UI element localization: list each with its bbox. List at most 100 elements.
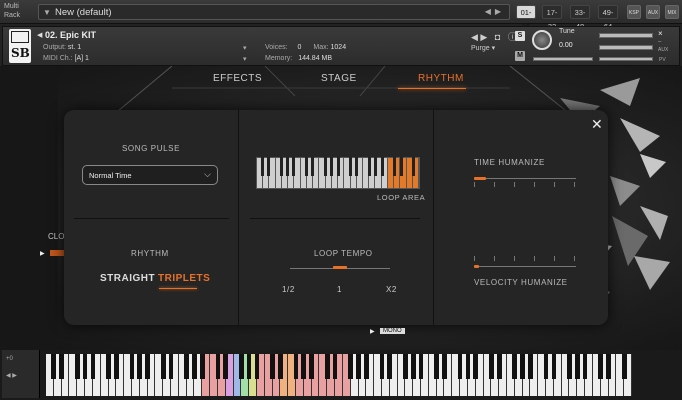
loop-black-key[interactable] (279, 157, 283, 176)
purge-menu[interactable]: Purge ▾ (471, 44, 495, 52)
loop-black-key[interactable] (323, 157, 327, 176)
piano-black-key[interactable] (582, 354, 588, 379)
tempo-option-one[interactable]: 1 (337, 285, 342, 294)
piano-black-key[interactable] (51, 354, 57, 379)
piano-black-key[interactable] (254, 354, 260, 379)
octave-arrows[interactable]: ◀ ▶ (6, 372, 17, 379)
piano-black-key[interactable] (387, 354, 393, 379)
piano-black-key[interactable] (160, 354, 166, 379)
piano-black-key[interactable] (59, 354, 64, 379)
piano-black-key[interactable] (223, 354, 229, 379)
ksp-button[interactable]: KSP (627, 5, 641, 19)
piano-black-key[interactable] (348, 354, 354, 379)
piano-black-key[interactable] (512, 354, 518, 379)
instrument-nav[interactable]: ◀ ▶ ◘ ⓘ (471, 30, 517, 43)
collapse-icon[interactable]: ◀ (37, 31, 42, 39)
range-33-48[interactable]: 33-48 (570, 5, 590, 31)
tempo-option-double[interactable]: X2 (386, 285, 397, 294)
range-49-64[interactable]: 49-64 (598, 5, 618, 31)
range-17-32[interactable]: 17-32 (542, 5, 562, 31)
piano-black-key[interactable] (82, 354, 88, 379)
piano-black-key[interactable] (543, 354, 549, 379)
piano-black-key[interactable] (465, 354, 471, 379)
piano-black-key[interactable] (324, 354, 330, 379)
pitch-mod-area[interactable]: +0 ◀ ▶ (2, 350, 40, 398)
piano-black-key[interactable] (434, 354, 439, 379)
mix-button[interactable]: MIX (665, 5, 679, 19)
midi-value[interactable]: [A] 1 (75, 55, 89, 62)
piano-black-key[interactable] (145, 354, 150, 379)
play-icon[interactable]: ▶ (370, 328, 375, 335)
chevron-down-icon[interactable]: ▼ (43, 8, 51, 17)
piano-black-key[interactable] (215, 354, 221, 379)
piano-black-key[interactable] (301, 354, 307, 379)
straight-button[interactable]: STRAIGHT (100, 273, 155, 284)
piano-black-key[interactable] (606, 354, 611, 379)
midi-dropdown-icon[interactable]: ▾ (243, 55, 247, 63)
piano-black-key[interactable] (246, 354, 252, 379)
piano-black-key[interactable] (457, 354, 463, 379)
output-dropdown-icon[interactable]: ▾ (243, 44, 247, 52)
close-instrument-icon[interactable]: × (658, 29, 663, 38)
piano-black-key[interactable] (74, 354, 80, 379)
loop-black-key[interactable] (286, 157, 290, 176)
piano-black-key[interactable] (410, 354, 416, 379)
loop-black-key[interactable] (355, 157, 359, 176)
piano-black-key[interactable] (551, 354, 557, 379)
minimize-icon[interactable]: – (658, 39, 661, 45)
loop-black-key[interactable] (336, 157, 340, 176)
aux-button[interactable]: AUX (646, 5, 660, 19)
piano-black-key[interactable] (199, 354, 205, 379)
piano-black-key[interactable] (168, 354, 174, 379)
loop-black-key[interactable] (260, 157, 264, 176)
preset-selector[interactable]: ▼ New (default) ◀▶ (38, 4, 510, 20)
output-value[interactable]: st. 1 (68, 44, 81, 51)
close-icon[interactable]: ✕ (591, 116, 603, 133)
piano-black-key[interactable] (442, 354, 447, 379)
triplets-button[interactable]: TRIPLETS (158, 273, 210, 284)
piano-black-key[interactable] (113, 354, 119, 379)
velocity-humanize-fill[interactable] (474, 265, 480, 268)
piano-black-key[interactable] (574, 354, 580, 379)
piano-black-key[interactable] (137, 354, 143, 379)
piano-black-key[interactable] (528, 354, 533, 379)
preset-nav-arrows[interactable]: ◀▶ (485, 7, 505, 16)
song-pulse-select[interactable]: Normal Time ⌵ (82, 165, 218, 185)
piano-black-key[interactable] (567, 354, 572, 379)
piano-black-key[interactable] (293, 354, 299, 379)
piano-black-key[interactable] (90, 354, 96, 379)
range-01-16[interactable]: 01-16 (516, 5, 536, 31)
sb-logo[interactable]: SB (9, 29, 31, 63)
piano-black-key[interactable] (332, 354, 338, 379)
loop-black-key[interactable] (292, 157, 296, 176)
piano-black-key[interactable] (192, 354, 197, 379)
piano-black-key[interactable] (309, 354, 314, 379)
piano-black-key[interactable] (621, 354, 627, 379)
piano-black-key[interactable] (496, 354, 502, 379)
piano-black-key[interactable] (270, 354, 275, 379)
piano-black-key[interactable] (489, 354, 494, 379)
piano-black-key[interactable] (238, 354, 244, 379)
loop-tempo-thumb[interactable] (333, 266, 347, 269)
loop-black-key[interactable] (349, 157, 353, 176)
camera-icon[interactable]: ◘ (495, 32, 500, 42)
loop-black-key[interactable] (412, 157, 416, 176)
loop-black-key[interactable] (304, 157, 308, 176)
piano-black-key[interactable] (278, 354, 283, 379)
loop-black-key[interactable] (267, 157, 271, 176)
loop-black-key[interactable] (380, 157, 384, 176)
piano-black-key[interactable] (473, 354, 479, 379)
solo-button[interactable]: S (515, 31, 525, 41)
piano-keyboard[interactable] (46, 354, 632, 396)
loop-black-key[interactable] (374, 157, 378, 176)
piano-black-key[interactable] (129, 354, 135, 379)
loop-black-key[interactable] (368, 157, 372, 176)
loop-black-key[interactable] (311, 157, 315, 176)
piano-black-key[interactable] (520, 354, 525, 379)
time-humanize-track[interactable] (474, 178, 576, 179)
piano-black-key[interactable] (356, 354, 361, 379)
tempo-option-half[interactable]: 1/2 (282, 285, 295, 294)
piano-black-key[interactable] (106, 354, 111, 379)
mute-button[interactable]: M (515, 51, 525, 61)
time-humanize-fill[interactable] (474, 177, 487, 180)
